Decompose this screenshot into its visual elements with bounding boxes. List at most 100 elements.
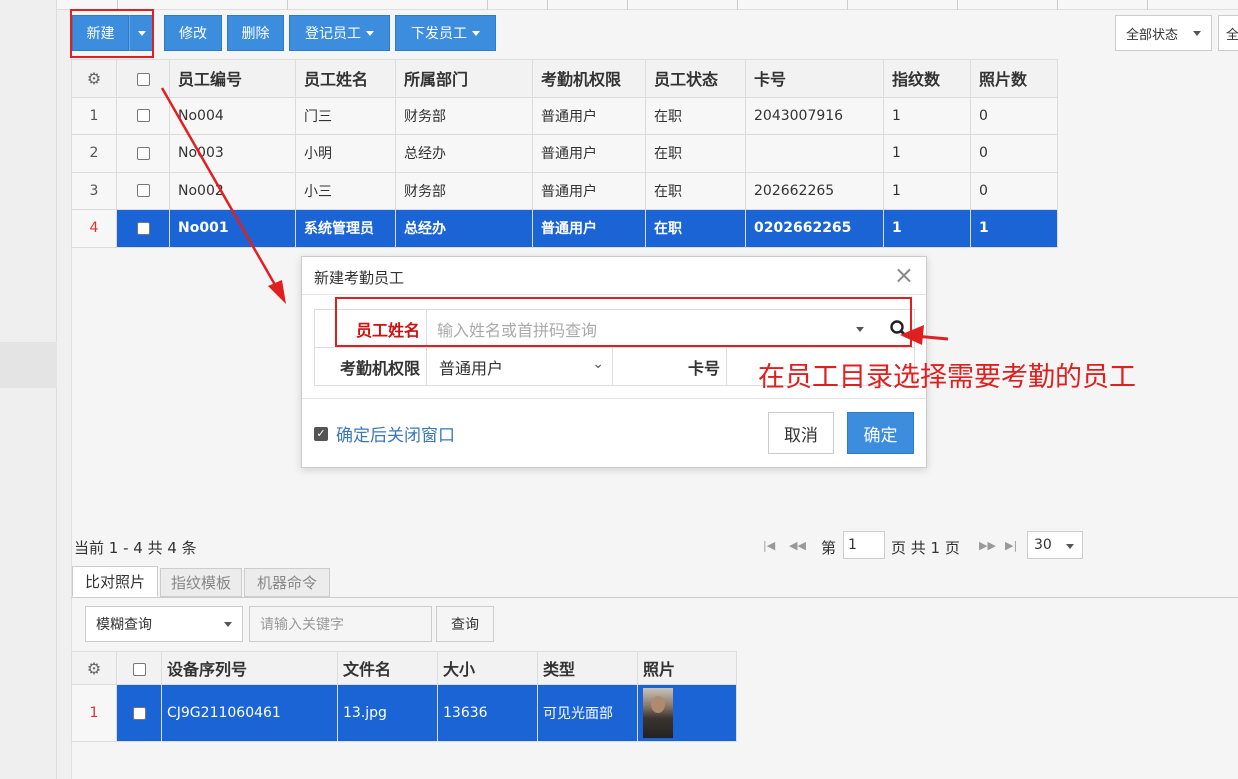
page-number-input[interactable]: 1 (843, 531, 885, 559)
table-row[interactable]: 2 No003 小明 总经办 普通用户 在职 1 0 (71, 134, 1058, 173)
permission-select[interactable]: 普通用户 ⌄ (426, 347, 613, 386)
row-checkbox[interactable] (132, 706, 146, 720)
last-page-icon[interactable]: ▶| (1005, 539, 1017, 552)
register-employee-button[interactable]: 登记员工 (289, 15, 390, 51)
row-checkbox[interactable] (136, 221, 150, 235)
tab-compare-photos[interactable]: 比对照片 (72, 566, 158, 597)
query-button[interactable]: 查询 (436, 606, 494, 642)
sidebar-selected-item[interactable] (0, 342, 57, 388)
col-device-serial[interactable]: 设备序列号 (161, 651, 338, 685)
cell-fingerprint-count: 1 (883, 96, 971, 135)
col-file-name[interactable]: 文件名 (337, 651, 438, 685)
card-label: 卡号 (612, 347, 727, 386)
col-employee-name[interactable]: 员工姓名 (295, 59, 396, 98)
face-photo-thumbnail[interactable] (643, 688, 673, 738)
caret-down-icon (224, 622, 232, 627)
cell-card-no: 0202662265 (745, 209, 884, 248)
col-card-no[interactable]: 卡号 (745, 59, 884, 98)
column-settings[interactable]: ⚙ (71, 59, 117, 98)
col-department[interactable]: 所属部门 (395, 59, 533, 98)
cell-card-no (745, 134, 884, 173)
table-row[interactable]: 3 No002 小三 财务部 普通用户 在职 202662265 1 0 (71, 171, 1058, 210)
row-checkbox-cell[interactable] (116, 171, 170, 210)
row-checkbox-cell[interactable] (116, 134, 170, 173)
confirm-button[interactable]: 确定 (847, 412, 914, 454)
close-icon[interactable]: × (894, 261, 914, 289)
row-number: 1 (71, 684, 117, 742)
table-row[interactable]: 1 No004 门三 财务部 普通用户 在职 2043007916 1 0 (71, 96, 1058, 135)
page-suffix: 页 共 1 页 (891, 539, 960, 557)
col-permission[interactable]: 考勤机权限 (532, 59, 646, 98)
page-prefix: 第 (821, 539, 837, 557)
cell-department: 财务部 (395, 171, 533, 210)
col-photo-count[interactable]: 照片数 (970, 59, 1058, 98)
tab-fingerprint-templates[interactable]: 指纹模板 (160, 568, 242, 597)
row-checkbox[interactable] (136, 109, 150, 123)
cell-card-no: 2043007916 (745, 96, 884, 135)
table-header: ⚙ 员工编号 员工姓名 所属部门 考勤机权限 员工状态 卡号 指纹数 照片数 (71, 59, 1058, 98)
sub-tabs-divider (71, 597, 1238, 598)
row-checkbox[interactable] (136, 146, 150, 160)
col-photo[interactable]: 照片 (637, 651, 737, 685)
cell-status: 在职 (645, 96, 746, 135)
cell-photo[interactable] (637, 684, 737, 742)
row-checkbox-cell[interactable] (116, 96, 170, 135)
employee-table: ⚙ 员工编号 员工姓名 所属部门 考勤机权限 员工状态 卡号 指纹数 照片数 1… (71, 59, 1058, 248)
edit-button[interactable]: 修改 (164, 15, 222, 51)
issue-employee-button[interactable]: 下发员工 (395, 15, 496, 51)
select-all-checkbox[interactable] (132, 662, 146, 676)
cell-status: 在职 (645, 134, 746, 173)
register-employee-label: 登记员工 (305, 25, 361, 41)
table-row-selected[interactable]: 1 CJ9G211060461 13.jpg 13636 可见光面部 (71, 684, 737, 742)
cell-photo-count: 0 (970, 171, 1058, 210)
prev-page-icon[interactable]: ◀◀ (789, 539, 806, 552)
delete-button[interactable]: 删除 (227, 15, 284, 51)
status-filter-select[interactable]: 全部状态 (1115, 15, 1212, 51)
new-button-highlight (70, 9, 154, 58)
keyword-input[interactable]: 请输入关键字 (249, 606, 432, 642)
cell-employee-id: No003 (169, 134, 296, 173)
select-all-checkbox[interactable] (136, 72, 150, 86)
cell-employee-id: No002 (169, 171, 296, 210)
close-after-confirm-label: 确定后关闭窗口 (336, 426, 455, 446)
next-page-icon[interactable]: ▶▶ (979, 539, 996, 552)
cell-employee-name: 门三 (295, 96, 396, 135)
page-size-select[interactable]: 30 (1027, 531, 1083, 559)
col-employee-id[interactable]: 员工编号 (169, 59, 296, 98)
row-checkbox-cell[interactable] (116, 209, 170, 248)
page-size-value: 30 (1034, 537, 1052, 553)
cell-permission: 普通用户 (532, 209, 646, 248)
col-status[interactable]: 员工状态 (645, 59, 746, 98)
cancel-button[interactable]: 取消 (768, 412, 834, 454)
cell-fingerprint-count: 1 (883, 209, 971, 248)
cell-employee-id: No001 (169, 209, 296, 248)
row-number: 3 (71, 171, 117, 210)
cell-department: 总经办 (395, 209, 533, 248)
cell-employee-id: No004 (169, 96, 296, 135)
tab-machine-commands[interactable]: 机器命令 (244, 568, 330, 597)
search-mode-value: 模糊查询 (96, 617, 152, 633)
cell-card-no: 202662265 (745, 171, 884, 210)
column-settings[interactable]: ⚙ (71, 651, 117, 685)
col-type[interactable]: 类型 (537, 651, 638, 685)
cell-fingerprint-count: 1 (883, 134, 971, 173)
select-all-cell[interactable] (116, 59, 170, 98)
cell-fingerprint-count: 1 (883, 171, 971, 210)
row-checkbox[interactable] (136, 184, 150, 198)
search-mode-select[interactable]: 模糊查询 (85, 606, 243, 642)
first-page-icon[interactable]: |◀ (763, 539, 775, 552)
select-all-cell[interactable] (116, 651, 162, 685)
cell-photo-count: 1 (970, 209, 1058, 248)
col-fingerprint-count[interactable]: 指纹数 (883, 59, 971, 98)
cell-status: 在职 (645, 171, 746, 210)
partial-toolbar-button[interactable]: 全 (1218, 15, 1238, 51)
cell-device-serial: CJ9G211060461 (161, 684, 338, 742)
table-row-selected[interactable]: 4 No001 系统管理员 总经办 普通用户 在职 0202662265 1 1 (71, 209, 1058, 248)
photo-table: ⚙ 设备序列号 文件名 大小 类型 照片 1 CJ9G211060461 13.… (71, 651, 737, 742)
col-size[interactable]: 大小 (437, 651, 538, 685)
row-checkbox-cell[interactable] (116, 684, 162, 742)
close-after-confirm-checkbox[interactable]: ✓ 确定后关闭窗口 (314, 421, 455, 446)
cell-department: 财务部 (395, 96, 533, 135)
dialog-header-divider (302, 294, 926, 295)
gear-icon: ⚙ (86, 68, 102, 88)
